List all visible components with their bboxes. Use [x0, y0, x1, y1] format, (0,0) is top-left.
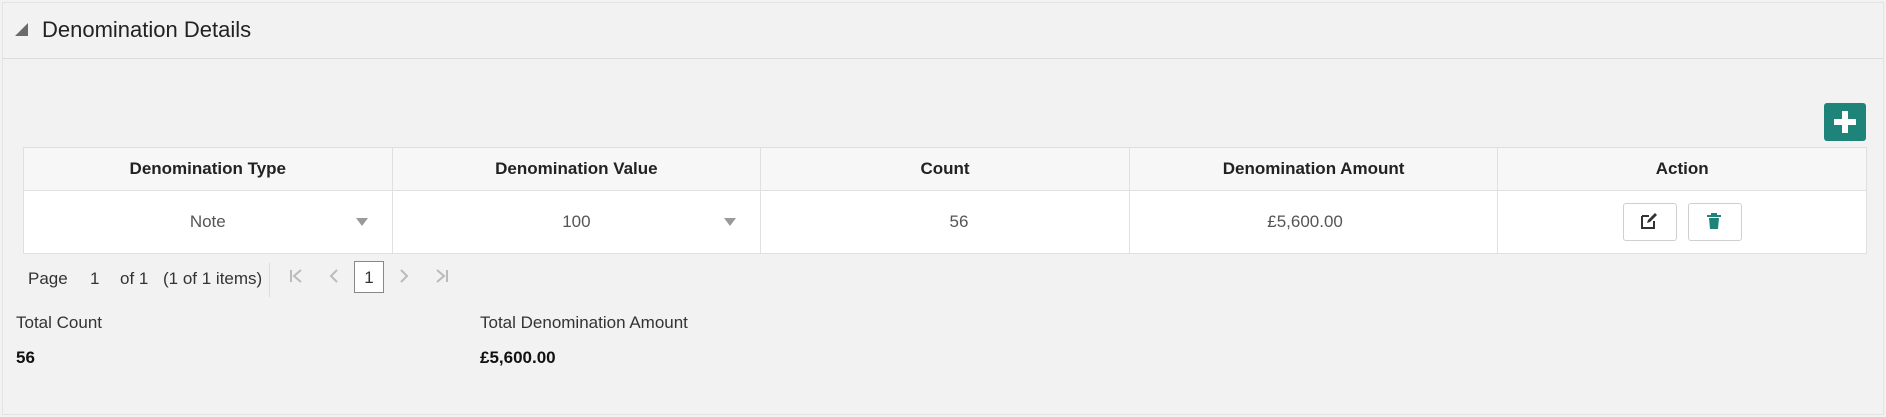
chevron-down-icon[interactable]	[355, 218, 368, 226]
table-row: Note 100 56 £5,600.00	[23, 190, 1867, 254]
previous-page-icon[interactable]	[328, 268, 340, 284]
denomination-amount-value: £5,600.00	[1267, 212, 1343, 231]
page-number: 1	[90, 269, 100, 288]
page-label: Page	[28, 269, 68, 288]
denomination-details-panel: Denomination Details Denomination Type D…	[2, 2, 1884, 415]
collapse-triangle-icon[interactable]	[15, 23, 29, 37]
table-header-row: Denomination Type Denomination Value Cou…	[23, 147, 1867, 191]
column-header-denomination-type[interactable]: Denomination Type	[23, 147, 393, 191]
pagination-bar: Page 1 of 1 (1 of 1 items) 1	[3, 261, 463, 297]
denomination-type-select[interactable]: Note	[23, 190, 393, 254]
column-header-action: Action	[1497, 147, 1867, 191]
column-header-count[interactable]: Count	[760, 147, 1130, 191]
denomination-amount-cell: £5,600.00	[1128, 190, 1499, 254]
denomination-value-value: 100	[562, 212, 591, 231]
add-row-button[interactable]	[1824, 103, 1866, 141]
edit-button[interactable]	[1622, 203, 1677, 241]
total-amount-label: Total Denomination Amount	[480, 313, 688, 332]
total-amount-value: £5,600.00	[480, 348, 556, 367]
first-page-icon[interactable]	[289, 268, 303, 284]
total-count-label: Total Count	[16, 313, 102, 332]
section-header[interactable]: Denomination Details	[3, 3, 1883, 59]
denomination-value-select[interactable]: 100	[391, 190, 762, 254]
denomination-type-value: Note	[189, 212, 226, 231]
current-page-button[interactable]: 1	[354, 261, 384, 293]
pager-divider	[269, 263, 270, 297]
denomination-table: Denomination Type Denomination Value Cou…	[23, 147, 1867, 254]
items-count-label: (1 of 1 items)	[163, 269, 263, 288]
last-page-icon[interactable]	[435, 268, 449, 284]
edit-icon	[1640, 213, 1657, 229]
count-value: 56	[949, 212, 969, 231]
count-cell[interactable]: 56	[760, 190, 1130, 254]
page-of-label: of 1	[120, 269, 149, 288]
delete-button[interactable]	[1687, 203, 1742, 241]
chevron-down-icon[interactable]	[724, 218, 737, 226]
column-header-denomination-value[interactable]: Denomination Value	[391, 147, 762, 191]
next-page-icon[interactable]	[398, 268, 410, 284]
column-header-denomination-amount[interactable]: Denomination Amount	[1128, 147, 1499, 191]
action-cell	[1497, 190, 1867, 254]
trash-icon	[1706, 213, 1721, 229]
section-title: Denomination Details	[42, 17, 252, 42]
total-count-value: 56	[16, 348, 35, 367]
